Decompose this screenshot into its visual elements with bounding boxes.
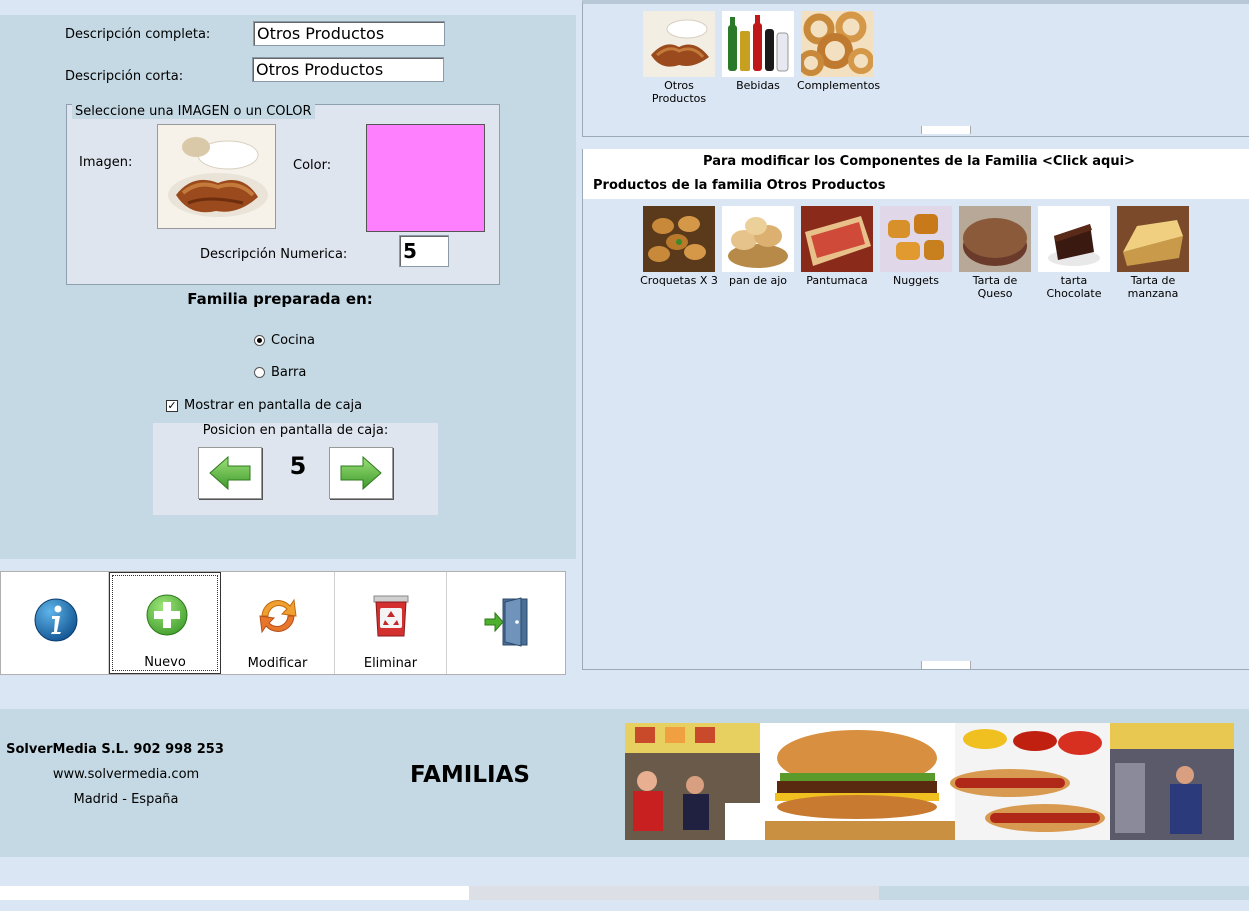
product-tile-pantumaca[interactable]: Pantumaca bbox=[797, 206, 877, 287]
product-label-line2: manzana bbox=[1127, 287, 1179, 300]
short-description-input[interactable] bbox=[252, 57, 444, 82]
croissant-image bbox=[643, 11, 715, 77]
family-tile-label-line1: Otros bbox=[664, 79, 694, 92]
info-icon bbox=[34, 598, 78, 642]
prepared-in-title: Familia preparada en: bbox=[187, 290, 373, 308]
recycle-bin-icon bbox=[373, 595, 409, 637]
fast-food-banner-image bbox=[625, 723, 1234, 840]
short-description-label: Descripción corta: bbox=[65, 69, 184, 84]
family-strip-scroll-handle[interactable] bbox=[921, 126, 971, 134]
radio-barra-label: Barra bbox=[271, 365, 307, 380]
radio-cocina-indicator[interactable] bbox=[254, 335, 265, 346]
product-tile-croquetas[interactable]: Croquetas X 3 bbox=[639, 206, 719, 287]
product-label-line1: Croquetas X 3 bbox=[640, 274, 718, 287]
product-label-line1: Nuggets bbox=[893, 274, 939, 287]
full-description-input[interactable] bbox=[253, 21, 445, 46]
product-label-line1: Tarta de bbox=[1130, 274, 1176, 287]
product-tile-pan-de-ajo[interactable]: pan de ajo bbox=[718, 206, 798, 287]
family-image-preview[interactable] bbox=[157, 124, 276, 229]
show-in-register-label: Mostrar en pantalla de caja bbox=[184, 398, 363, 413]
chocolate-cake-image bbox=[1038, 206, 1110, 272]
refresh-arrows-icon bbox=[259, 598, 297, 634]
delete-button[interactable]: Eliminar bbox=[335, 572, 447, 674]
radio-cocina-label: Cocina bbox=[271, 333, 315, 348]
position-right-button[interactable] bbox=[329, 447, 393, 499]
new-button[interactable]: Nuevo bbox=[109, 572, 221, 674]
status-bar-segment bbox=[469, 886, 879, 900]
delete-button-label: Eliminar bbox=[363, 656, 418, 671]
full-description-label: Descripción completa: bbox=[65, 27, 211, 42]
product-tile-nuggets[interactable]: Nuggets bbox=[876, 206, 956, 287]
product-tile-tarta-manzana[interactable]: Tarta de manzana bbox=[1113, 206, 1193, 300]
product-label-line1: Tarta de bbox=[972, 274, 1018, 287]
checkbox-indicator[interactable]: ✓ bbox=[166, 399, 178, 412]
arrow-right-icon bbox=[340, 455, 382, 491]
company-name: SolverMedia S.L. 902 998 253 bbox=[6, 742, 224, 757]
show-in-register-checkbox[interactable]: ✓ Mostrar en pantalla de caja bbox=[166, 398, 362, 413]
components-scroll-handle[interactable] bbox=[921, 661, 971, 669]
components-panel: Para modificar los Componentes de la Fam… bbox=[582, 149, 1249, 670]
product-tile-tarta-queso[interactable]: Tarta de Queso bbox=[955, 206, 1035, 300]
action-toolbar: Nuevo Modificar Eliminar bbox=[0, 571, 566, 675]
exit-button[interactable] bbox=[447, 572, 566, 674]
family-tile-label-line1: Complementos bbox=[797, 79, 881, 92]
family-tile-complementos[interactable]: Complementos bbox=[797, 11, 881, 92]
info-button[interactable] bbox=[1, 572, 109, 674]
plus-circle-icon bbox=[146, 594, 188, 636]
company-location: Madrid - España bbox=[73, 792, 179, 807]
family-list-panel: Otros Productos Bebidas Complementos bbox=[582, 0, 1249, 137]
family-tile-otros-productos[interactable]: Otros Productos bbox=[639, 11, 719, 105]
modify-button-label: Modificar bbox=[247, 656, 308, 671]
drinks-image bbox=[722, 11, 794, 77]
apple-pie-image bbox=[1117, 206, 1189, 272]
onion-rings-image bbox=[801, 11, 873, 77]
image-label: Imagen: bbox=[79, 155, 133, 170]
position-left-button[interactable] bbox=[198, 447, 262, 499]
radio-cocina[interactable]: Cocina bbox=[254, 333, 315, 348]
company-website: www.solvermedia.com bbox=[52, 767, 200, 782]
product-label-line1: tarta bbox=[1060, 274, 1088, 287]
radio-barra[interactable]: Barra bbox=[254, 365, 306, 380]
product-label-line1: Pantumaca bbox=[806, 274, 868, 287]
image-color-group-title: Seleccione una IMAGEN o un COLOR bbox=[72, 104, 315, 119]
family-tile-bebidas[interactable]: Bebidas bbox=[718, 11, 798, 92]
modify-components-link[interactable]: Para modificar los Componentes de la Fam… bbox=[583, 154, 1249, 169]
product-tile-tarta-chocolate[interactable]: tarta Chocolate bbox=[1034, 206, 1114, 300]
numeric-description-label: Descripción Numerica: bbox=[200, 247, 348, 262]
color-swatch[interactable] bbox=[366, 124, 485, 232]
register-position-title: Posicion en pantalla de caja: bbox=[202, 423, 389, 438]
section-title: FAMILIAS bbox=[410, 762, 530, 788]
arrow-left-icon bbox=[209, 455, 251, 491]
products-title: Productos de la familia Otros Productos bbox=[593, 178, 886, 193]
numeric-description-input[interactable]: 5 bbox=[399, 235, 449, 267]
register-position-value: 5 bbox=[289, 452, 307, 480]
family-tile-label-line1: Bebidas bbox=[736, 79, 780, 92]
product-label-line1: pan de ajo bbox=[729, 274, 787, 287]
modify-button[interactable]: Modificar bbox=[221, 572, 335, 674]
new-button-label: Nuevo bbox=[144, 655, 186, 670]
cheesecake-image bbox=[959, 206, 1031, 272]
status-bar-segment bbox=[879, 886, 1249, 900]
product-label-line2: Queso bbox=[977, 287, 1013, 300]
exit-door-icon bbox=[484, 597, 528, 647]
croquetas-image bbox=[643, 206, 715, 272]
color-label: Color: bbox=[293, 158, 332, 173]
radio-barra-indicator[interactable] bbox=[254, 367, 265, 378]
nuggets-image bbox=[880, 206, 952, 272]
status-bar-segment bbox=[0, 886, 469, 900]
family-tile-label-line2: Productos bbox=[651, 92, 707, 105]
pantumaca-image bbox=[801, 206, 873, 272]
product-label-line2: Chocolate bbox=[1046, 287, 1102, 300]
garlic-bread-image bbox=[722, 206, 794, 272]
